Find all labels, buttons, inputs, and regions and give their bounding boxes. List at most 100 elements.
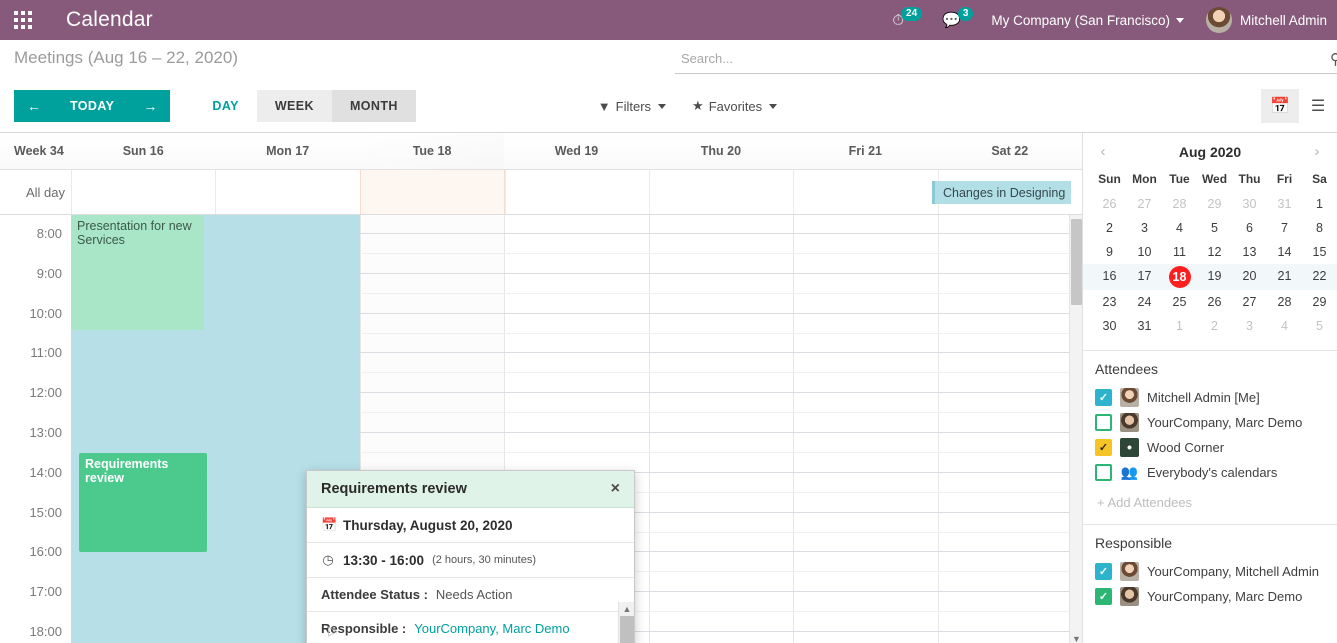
day-header-fri[interactable]: Fri 21 bbox=[793, 133, 937, 169]
chevron-right-icon[interactable]: › bbox=[1307, 143, 1327, 160]
prev-period-button[interactable]: ← bbox=[14, 90, 54, 122]
all-day-cell[interactable] bbox=[71, 170, 215, 214]
checkbox-checked[interactable]: ✓ bbox=[1095, 439, 1112, 456]
scale-day-button[interactable]: DAY bbox=[194, 90, 257, 122]
next-period-button[interactable]: → bbox=[130, 90, 171, 122]
responsible-filter-mitchell-admin[interactable]: ✓ YourCompany, Mitchell Admin bbox=[1095, 559, 1325, 584]
calendar-scrollbar[interactable]: ▲ ▼ bbox=[1069, 215, 1082, 643]
scroll-down-icon[interactable]: ▼ bbox=[1070, 632, 1082, 643]
mini-day[interactable]: 17 bbox=[1127, 264, 1162, 290]
day-header-mon[interactable]: Mon 17 bbox=[215, 133, 359, 169]
add-attendees-button[interactable]: + Add Attendees bbox=[1095, 485, 1325, 514]
calendar-event-requirements[interactable]: Requirements review bbox=[79, 453, 207, 552]
checkbox-checked[interactable]: ✓ bbox=[1095, 563, 1112, 580]
mini-day[interactable]: 10 bbox=[1127, 240, 1162, 264]
responsible-filter-marc-demo[interactable]: ✓ YourCompany, Marc Demo bbox=[1095, 584, 1325, 609]
favorites-dropdown[interactable]: ★ Favorites bbox=[692, 98, 778, 114]
mini-day[interactable]: 20 bbox=[1232, 264, 1267, 290]
day-column-thu[interactable] bbox=[648, 215, 793, 643]
list-view-button[interactable]: ☰ bbox=[1299, 89, 1337, 123]
mini-day[interactable]: 30 bbox=[1232, 192, 1267, 216]
checkbox-checked[interactable]: ✓ bbox=[1095, 588, 1112, 605]
all-day-event[interactable]: Changes in Designing bbox=[932, 181, 1071, 204]
close-icon[interactable]: × bbox=[611, 481, 620, 497]
checkbox-unchecked[interactable] bbox=[1095, 414, 1112, 431]
search-icon[interactable]: ⚲ bbox=[1330, 50, 1337, 68]
mini-day[interactable]: 16 bbox=[1092, 264, 1127, 290]
checkbox-checked[interactable]: ✓ bbox=[1095, 389, 1112, 406]
mini-day[interactable]: 26 bbox=[1092, 192, 1127, 216]
popover-scrollbar-thumb[interactable] bbox=[620, 616, 634, 643]
all-day-cell[interactable] bbox=[649, 170, 793, 214]
messaging-menu[interactable]: 💬 3 bbox=[932, 0, 983, 40]
all-day-cell[interactable] bbox=[215, 170, 359, 214]
scale-week-button[interactable]: WEEK bbox=[256, 90, 332, 122]
mini-day[interactable]: 5 bbox=[1302, 314, 1337, 338]
mini-day[interactable]: 2 bbox=[1197, 314, 1232, 338]
day-header-tue[interactable]: Tue 18 bbox=[359, 133, 505, 169]
calendar-view-button[interactable]: 📅 bbox=[1261, 89, 1299, 123]
mini-day[interactable]: 8 bbox=[1302, 216, 1337, 240]
day-header-sat[interactable]: Sat 22 bbox=[938, 133, 1082, 169]
checkbox-unchecked[interactable] bbox=[1095, 464, 1112, 481]
mini-day[interactable]: 4 bbox=[1162, 216, 1197, 240]
attendee-filter-everybody[interactable]: 👥 Everybody's calendars bbox=[1095, 460, 1325, 485]
mini-day[interactable]: 31 bbox=[1127, 314, 1162, 338]
popover-resize-handle[interactable]: ▷ bbox=[328, 623, 338, 643]
mini-day[interactable]: 7 bbox=[1267, 216, 1302, 240]
responsible-value[interactable]: YourCompany, Marc Demo bbox=[414, 621, 569, 636]
all-day-cell[interactable] bbox=[359, 170, 505, 214]
mini-day[interactable]: 1 bbox=[1302, 192, 1337, 216]
mini-day[interactable]: 9 bbox=[1092, 240, 1127, 264]
mini-day[interactable]: 29 bbox=[1197, 192, 1232, 216]
apps-menu-icon[interactable] bbox=[0, 11, 46, 29]
chevron-left-icon[interactable]: ‹ bbox=[1093, 143, 1113, 160]
mini-day[interactable]: 27 bbox=[1232, 290, 1267, 314]
mini-day[interactable]: 2 bbox=[1092, 216, 1127, 240]
mini-day[interactable]: 14 bbox=[1267, 240, 1302, 264]
day-header-wed[interactable]: Wed 19 bbox=[504, 133, 648, 169]
mini-day[interactable]: 21 bbox=[1267, 264, 1302, 290]
mini-day[interactable]: 26 bbox=[1197, 290, 1232, 314]
mini-day[interactable]: 27 bbox=[1127, 192, 1162, 216]
all-day-cell[interactable] bbox=[504, 170, 649, 214]
mini-day[interactable]: 29 bbox=[1302, 290, 1337, 314]
mini-day[interactable]: 24 bbox=[1127, 290, 1162, 314]
mini-day-today[interactable]: 18 bbox=[1162, 264, 1197, 290]
calendar-event-presentation[interactable]: Presentation for new Services bbox=[71, 215, 204, 330]
mini-day[interactable]: 15 bbox=[1302, 240, 1337, 264]
mini-day[interactable]: 31 bbox=[1267, 192, 1302, 216]
search-input[interactable] bbox=[675, 48, 1337, 69]
mini-day[interactable]: 22 bbox=[1302, 264, 1337, 290]
attendee-filter-mitchell-admin[interactable]: ✓ Mitchell Admin [Me] bbox=[1095, 385, 1325, 410]
attendee-filter-wood-corner[interactable]: ✓ Wood Corner bbox=[1095, 435, 1325, 460]
scroll-up-icon[interactable]: ▲ bbox=[619, 602, 634, 616]
attendee-filter-marc-demo[interactable]: YourCompany, Marc Demo bbox=[1095, 410, 1325, 435]
filters-dropdown[interactable]: ▼ Filters bbox=[598, 99, 667, 114]
mini-day[interactable]: 3 bbox=[1127, 216, 1162, 240]
company-switcher[interactable]: My Company (San Francisco) bbox=[983, 13, 1192, 28]
mini-day[interactable]: 11 bbox=[1162, 240, 1197, 264]
scale-month-button[interactable]: MONTH bbox=[331, 90, 416, 122]
day-header-thu[interactable]: Thu 20 bbox=[649, 133, 793, 169]
mini-day[interactable]: 28 bbox=[1162, 192, 1197, 216]
mini-day[interactable]: 4 bbox=[1267, 314, 1302, 338]
mini-day[interactable]: 5 bbox=[1197, 216, 1232, 240]
mini-day[interactable]: 1 bbox=[1162, 314, 1197, 338]
activity-menu[interactable]: ⏱ 24 bbox=[882, 0, 932, 40]
mini-day[interactable]: 25 bbox=[1162, 290, 1197, 314]
day-header-sun[interactable]: Sun 16 bbox=[71, 133, 215, 169]
mini-day[interactable]: 19 bbox=[1197, 264, 1232, 290]
day-column-sat[interactable] bbox=[937, 215, 1082, 643]
day-column-fri[interactable] bbox=[793, 215, 937, 643]
popover-scrollbar[interactable]: ▲ ▼ bbox=[618, 602, 634, 643]
mini-day[interactable]: 23 bbox=[1092, 290, 1127, 314]
mini-day[interactable]: 28 bbox=[1267, 290, 1302, 314]
all-day-cell[interactable] bbox=[793, 170, 937, 214]
mini-day[interactable]: 30 bbox=[1092, 314, 1127, 338]
today-button[interactable]: TODAY bbox=[54, 90, 131, 122]
mini-day[interactable]: 12 bbox=[1197, 240, 1232, 264]
mini-day[interactable]: 13 bbox=[1232, 240, 1267, 264]
scrollbar-thumb[interactable] bbox=[1071, 219, 1082, 305]
user-menu[interactable]: Mitchell Admin bbox=[1192, 7, 1337, 33]
